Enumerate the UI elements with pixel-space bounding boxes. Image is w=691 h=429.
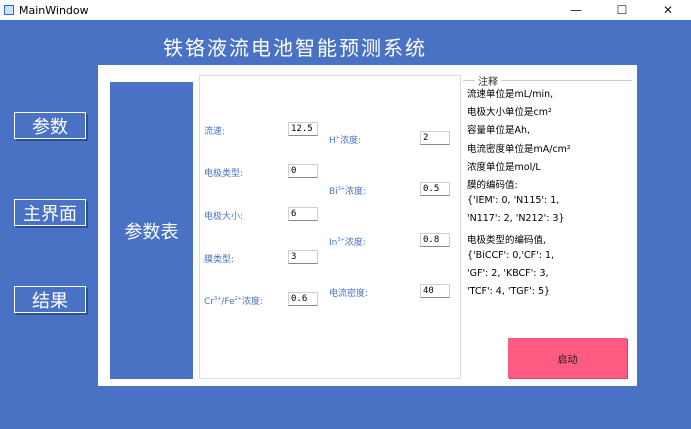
note-line: 浓度单位是mol/L <box>467 161 541 173</box>
membrane-type-input[interactable]: 3 <box>288 250 318 264</box>
membrane-type-label: 膜类型: <box>204 255 235 265</box>
in-input[interactable]: 0.8 <box>420 233 450 247</box>
note-line: 膜的编码值: <box>467 180 518 191</box>
flow-speed-input[interactable]: 12.5 <box>288 122 318 136</box>
cr-fe-input[interactable]: 0.6 <box>288 292 318 306</box>
in-label: In3+浓度: <box>329 237 366 248</box>
cr-fe-label: Cr3+/Fe2+浓度: <box>204 296 264 307</box>
bi-input[interactable]: 0.5 <box>420 182 450 196</box>
title-bar: MainWindow — ☐ ✕ <box>0 0 691 20</box>
electrode-size-input[interactable]: 6 <box>288 207 318 221</box>
minimize-button[interactable]: — <box>553 0 599 20</box>
note-line: {'IEM': 0, 'N115': 1, <box>467 195 560 207</box>
note-line: 容量单位是Ah, <box>467 125 531 137</box>
results-button[interactable]: 结果 <box>14 286 86 313</box>
app-icon <box>4 5 14 15</box>
note-line: 流速单位是mL/min, <box>467 89 554 100</box>
electrode-type-label: 电极类型: <box>204 169 244 179</box>
note-line: 'TCF': 4, 'TGF': 5} <box>467 286 551 298</box>
h-input[interactable]: 2 <box>420 131 450 145</box>
flow-speed-label: 流速: <box>204 127 226 137</box>
h-label: H+浓度: <box>329 135 362 146</box>
bi-label: Bi3+浓度: <box>329 186 367 197</box>
electrode-type-input[interactable]: 0 <box>288 164 318 178</box>
page-title: 铁铬液流电池智能预测系统 <box>163 36 427 60</box>
params-button[interactable]: 参数 <box>14 112 86 139</box>
note-line: 'N117': 2, 'N212': 3} <box>467 213 565 225</box>
note-line: 电极大小单位是cm² <box>467 107 552 119</box>
param-form <box>199 75 461 379</box>
current-density-input[interactable]: 40 <box>420 284 450 298</box>
note-line: 'GF': 2, 'KBCF': 3, <box>467 268 549 279</box>
maximize-button[interactable]: ☐ <box>599 0 645 20</box>
electrode-size-label: 电极大小: <box>204 212 244 222</box>
start-button[interactable]: 启动 <box>508 338 627 378</box>
param-table-label: 参数表 <box>110 82 193 379</box>
main-button[interactable]: 主界面 <box>14 199 86 226</box>
current-density-label: 电流密度: <box>329 289 369 299</box>
note-line: 电极类型的编码值, <box>467 234 547 246</box>
note-line: {'BiCCF': 0,'CF': 1, <box>467 249 555 261</box>
note-line: 电流密度单位是mA/cm² <box>467 143 571 155</box>
window-title: MainWindow <box>19 3 89 17</box>
close-button[interactable]: ✕ <box>645 0 691 20</box>
